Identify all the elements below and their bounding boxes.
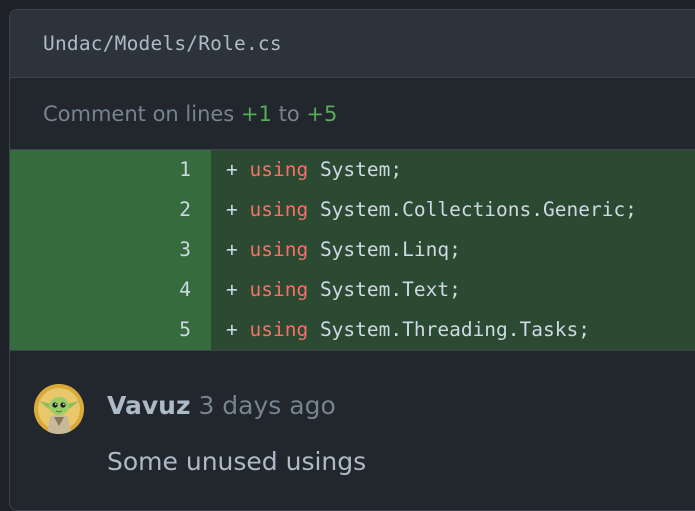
comment-range-start: +1 xyxy=(240,101,272,126)
code-text: System.Collections.Generic; xyxy=(308,198,637,221)
addition-marker: + xyxy=(226,318,238,341)
comment: Vavuz 3 days ago Some unused usings xyxy=(10,351,695,476)
code-text: System.Linq; xyxy=(308,238,461,261)
line-number[interactable]: 3 xyxy=(10,230,211,270)
code-text: System.Threading.Tasks; xyxy=(308,318,590,341)
line-number[interactable]: 2 xyxy=(10,190,211,230)
yoda-avatar-icon xyxy=(34,384,84,434)
code-line: + using System.Threading.Tasks; xyxy=(211,310,695,350)
comment-range-prefix: Comment on lines xyxy=(43,101,235,126)
code-text: System.Text; xyxy=(308,278,461,301)
keyword-token: using xyxy=(249,318,309,341)
code-text: System; xyxy=(308,158,403,181)
code-line: + using System.Linq; xyxy=(211,230,695,270)
comment-range-end: +5 xyxy=(306,101,338,126)
keyword-token: using xyxy=(249,158,309,181)
diff-hunk: 1 + using System; 2 + using System.Colle… xyxy=(10,149,695,351)
diff-line: 2 + using System.Collections.Generic; xyxy=(10,190,695,230)
comment-timestamp[interactable]: 3 days ago xyxy=(198,391,335,420)
code-line: + using System.Text; xyxy=(211,270,695,310)
diff-line: 4 + using System.Text; xyxy=(10,270,695,310)
keyword-token: using xyxy=(249,278,309,301)
keyword-token: using xyxy=(249,238,309,261)
comment-range-middle: to xyxy=(278,101,300,126)
comment-body: Some unused usings xyxy=(107,447,367,476)
author-name[interactable]: Vavuz xyxy=(107,391,191,420)
line-number[interactable]: 5 xyxy=(10,310,211,350)
avatar[interactable] xyxy=(34,384,84,434)
comment-header: Vavuz 3 days ago xyxy=(107,391,336,420)
comment-range-label: Comment on lines +1 to +5 xyxy=(10,78,695,149)
line-number[interactable]: 4 xyxy=(10,270,211,310)
diff-line: 3 + using System.Linq; xyxy=(10,230,695,270)
code-line: + using System; xyxy=(211,150,695,190)
line-number[interactable]: 1 xyxy=(10,150,211,190)
addition-marker: + xyxy=(226,158,238,181)
file-header: Undac/Models/Role.cs xyxy=(10,10,695,78)
code-line: + using System.Collections.Generic; xyxy=(211,190,695,230)
file-path-link[interactable]: Undac/Models/Role.cs xyxy=(43,32,282,55)
addition-marker: + xyxy=(226,238,238,261)
review-comment-card: Undac/Models/Role.cs Comment on lines +1… xyxy=(9,9,695,511)
keyword-token: using xyxy=(249,198,309,221)
addition-marker: + xyxy=(226,198,238,221)
addition-marker: + xyxy=(226,278,238,301)
diff-line: 5 + using System.Threading.Tasks; xyxy=(10,310,695,350)
diff-line: 1 + using System; xyxy=(10,150,695,190)
